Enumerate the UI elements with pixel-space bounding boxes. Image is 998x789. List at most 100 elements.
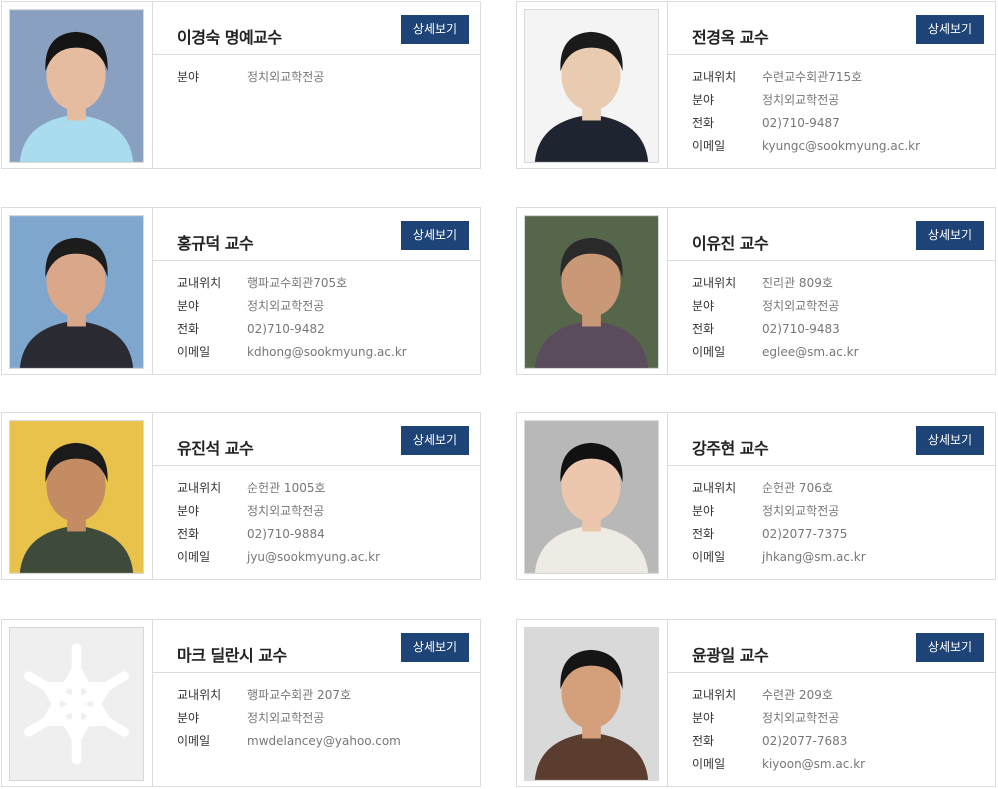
detail-view-button[interactable]: 상세보기 <box>916 15 984 44</box>
profile-card: 이유진 교수 상세보기 교내위치 진리관 809호 분야 정치외교학전공 전화 02)… <box>516 207 996 375</box>
detail-view-button[interactable]: 상세보기 <box>916 426 984 455</box>
info-label: 전화 <box>177 322 200 336</box>
detail-view-button[interactable]: 상세보기 <box>916 633 984 662</box>
info-value: 행파교수회관705호 <box>247 276 348 290</box>
info-label: 분야 <box>692 711 715 725</box>
detail-view-button[interactable]: 상세보기 <box>401 633 469 662</box>
info-row: 이메일 kyungc@sookmyung.ac.kr <box>692 135 987 158</box>
info-value: kyungc@sookmyung.ac.kr <box>762 139 921 153</box>
info-value: 순헌관 706호 <box>762 481 833 495</box>
profile-photo <box>524 9 659 163</box>
info-label: 전화 <box>692 734 715 748</box>
info-value: 02)710-9884 <box>247 527 325 541</box>
divider <box>153 672 480 673</box>
portrait-image <box>10 421 143 573</box>
info-row: 전화 02)710-9482 <box>177 318 472 341</box>
info-label: 교내위치 <box>692 688 737 702</box>
photo-column <box>2 413 153 579</box>
divider <box>668 54 995 55</box>
photo-column <box>517 413 668 579</box>
info-label: 분야 <box>692 504 715 518</box>
profile-photo <box>9 9 144 163</box>
info-list: 교내위치 행파교수회관705호 분야 정치외교학전공 전화 02)710-9482 이… <box>177 272 472 364</box>
info-list: 교내위치 행파교수회관 207호 분야 정치외교학전공 이메일 mwdelancey@… <box>177 684 472 753</box>
info-row: 분야 정치외교학전공 <box>177 500 472 523</box>
info-label: 분야 <box>177 504 200 518</box>
profile-card: 마크 딜란시 교수 상세보기 교내위치 행파교수회관 207호 분야 정치외교학전공… <box>1 619 481 787</box>
info-value: 수련교수회관715호 <box>762 70 863 84</box>
info-row: 분야 정치외교학전공 <box>692 707 987 730</box>
detail-view-button[interactable]: 상세보기 <box>401 221 469 250</box>
info-row: 이메일 eglee@sm.ac.kr <box>692 341 987 364</box>
info-value: 행파교수회관 207호 <box>247 688 351 702</box>
info-row: 분야 정치외교학전공 <box>692 89 987 112</box>
professor-name: 이유진 교수 <box>692 234 769 253</box>
info-row: 교내위치 수련관 209호 <box>692 684 987 707</box>
info-row: 교내위치 수련교수회관715호 <box>692 66 987 89</box>
info-list: 교내위치 순헌관 706호 분야 정치외교학전공 전화 02)2077-7375 이메… <box>692 477 987 569</box>
info-label: 이메일 <box>692 757 726 771</box>
info-row: 전화 02)2077-7683 <box>692 730 987 753</box>
info-label: 이메일 <box>692 550 726 564</box>
divider <box>668 672 995 673</box>
info-value: 진리관 809호 <box>762 276 833 290</box>
placeholder-snowflake-icon <box>10 628 143 780</box>
info-value: 정치외교학전공 <box>247 711 325 725</box>
info-label: 분야 <box>177 299 200 313</box>
profile-card: 유진석 교수 상세보기 교내위치 순헌관 1005호 분야 정치외교학전공 전화 02… <box>1 412 481 580</box>
info-row: 분야 정치외교학전공 <box>177 66 472 89</box>
info-label: 교내위치 <box>177 481 222 495</box>
info-label: 이메일 <box>692 345 726 359</box>
info-label: 전화 <box>692 322 715 336</box>
profile-card: 홍규덕 교수 상세보기 교내위치 행파교수회관705호 분야 정치외교학전공 전화 0… <box>1 207 481 375</box>
info-row: 이메일 kiyoon@sm.ac.kr <box>692 753 987 776</box>
photo-column <box>2 620 153 786</box>
info-value: jyu@sookmyung.ac.kr <box>247 550 381 564</box>
info-value: 02)2077-7375 <box>762 527 848 541</box>
professor-name: 마크 딜란시 교수 <box>177 646 287 665</box>
portrait-image <box>525 628 658 780</box>
detail-view-button[interactable]: 상세보기 <box>916 221 984 250</box>
profile-photo <box>9 627 144 781</box>
portrait-image <box>525 10 658 162</box>
info-label: 전화 <box>177 527 200 541</box>
info-label: 교내위치 <box>692 276 737 290</box>
info-row: 분야 정치외교학전공 <box>692 295 987 318</box>
info-value: 02)710-9487 <box>762 116 840 130</box>
profile-card: 전경옥 교수 상세보기 교내위치 수련교수회관715호 분야 정치외교학전공 전화 0… <box>516 1 996 169</box>
info-value: jhkang@sm.ac.kr <box>762 550 866 564</box>
portrait-image <box>525 216 658 368</box>
photo-column <box>517 620 668 786</box>
detail-view-button[interactable]: 상세보기 <box>401 15 469 44</box>
photo-column <box>517 2 668 168</box>
profile-photo <box>9 420 144 574</box>
professor-name: 이경숙 명예교수 <box>177 28 282 47</box>
portrait-image <box>10 216 143 368</box>
info-value: kdhong@sookmyung.ac.kr <box>247 345 407 359</box>
professor-name: 유진석 교수 <box>177 439 254 458</box>
info-label: 교내위치 <box>692 481 737 495</box>
profile-card: 강주현 교수 상세보기 교내위치 순헌관 706호 분야 정치외교학전공 전화 02)… <box>516 412 996 580</box>
info-label: 교내위치 <box>692 70 737 84</box>
info-row: 교내위치 진리관 809호 <box>692 272 987 295</box>
info-row: 교내위치 순헌관 1005호 <box>177 477 472 500</box>
info-value: 정치외교학전공 <box>762 711 840 725</box>
info-list: 교내위치 순헌관 1005호 분야 정치외교학전공 전화 02)710-9884 이메… <box>177 477 472 569</box>
info-row: 분야 정치외교학전공 <box>177 295 472 318</box>
info-label: 이메일 <box>177 734 211 748</box>
info-list: 교내위치 진리관 809호 분야 정치외교학전공 전화 02)710-9483 이메일… <box>692 272 987 364</box>
info-label: 이메일 <box>692 139 726 153</box>
photo-column <box>2 208 153 374</box>
info-value: 정치외교학전공 <box>247 299 325 313</box>
info-label: 분야 <box>177 711 200 725</box>
detail-view-button[interactable]: 상세보기 <box>401 426 469 455</box>
info-row: 전화 02)710-9487 <box>692 112 987 135</box>
info-value: 02)710-9483 <box>762 322 840 336</box>
profile-photo <box>524 215 659 369</box>
info-label: 이메일 <box>177 550 211 564</box>
info-row: 교내위치 행파교수회관705호 <box>177 272 472 295</box>
info-list: 분야 정치외교학전공 <box>177 66 472 89</box>
portrait-image <box>10 10 143 162</box>
divider <box>153 260 480 261</box>
portrait-image <box>525 421 658 573</box>
